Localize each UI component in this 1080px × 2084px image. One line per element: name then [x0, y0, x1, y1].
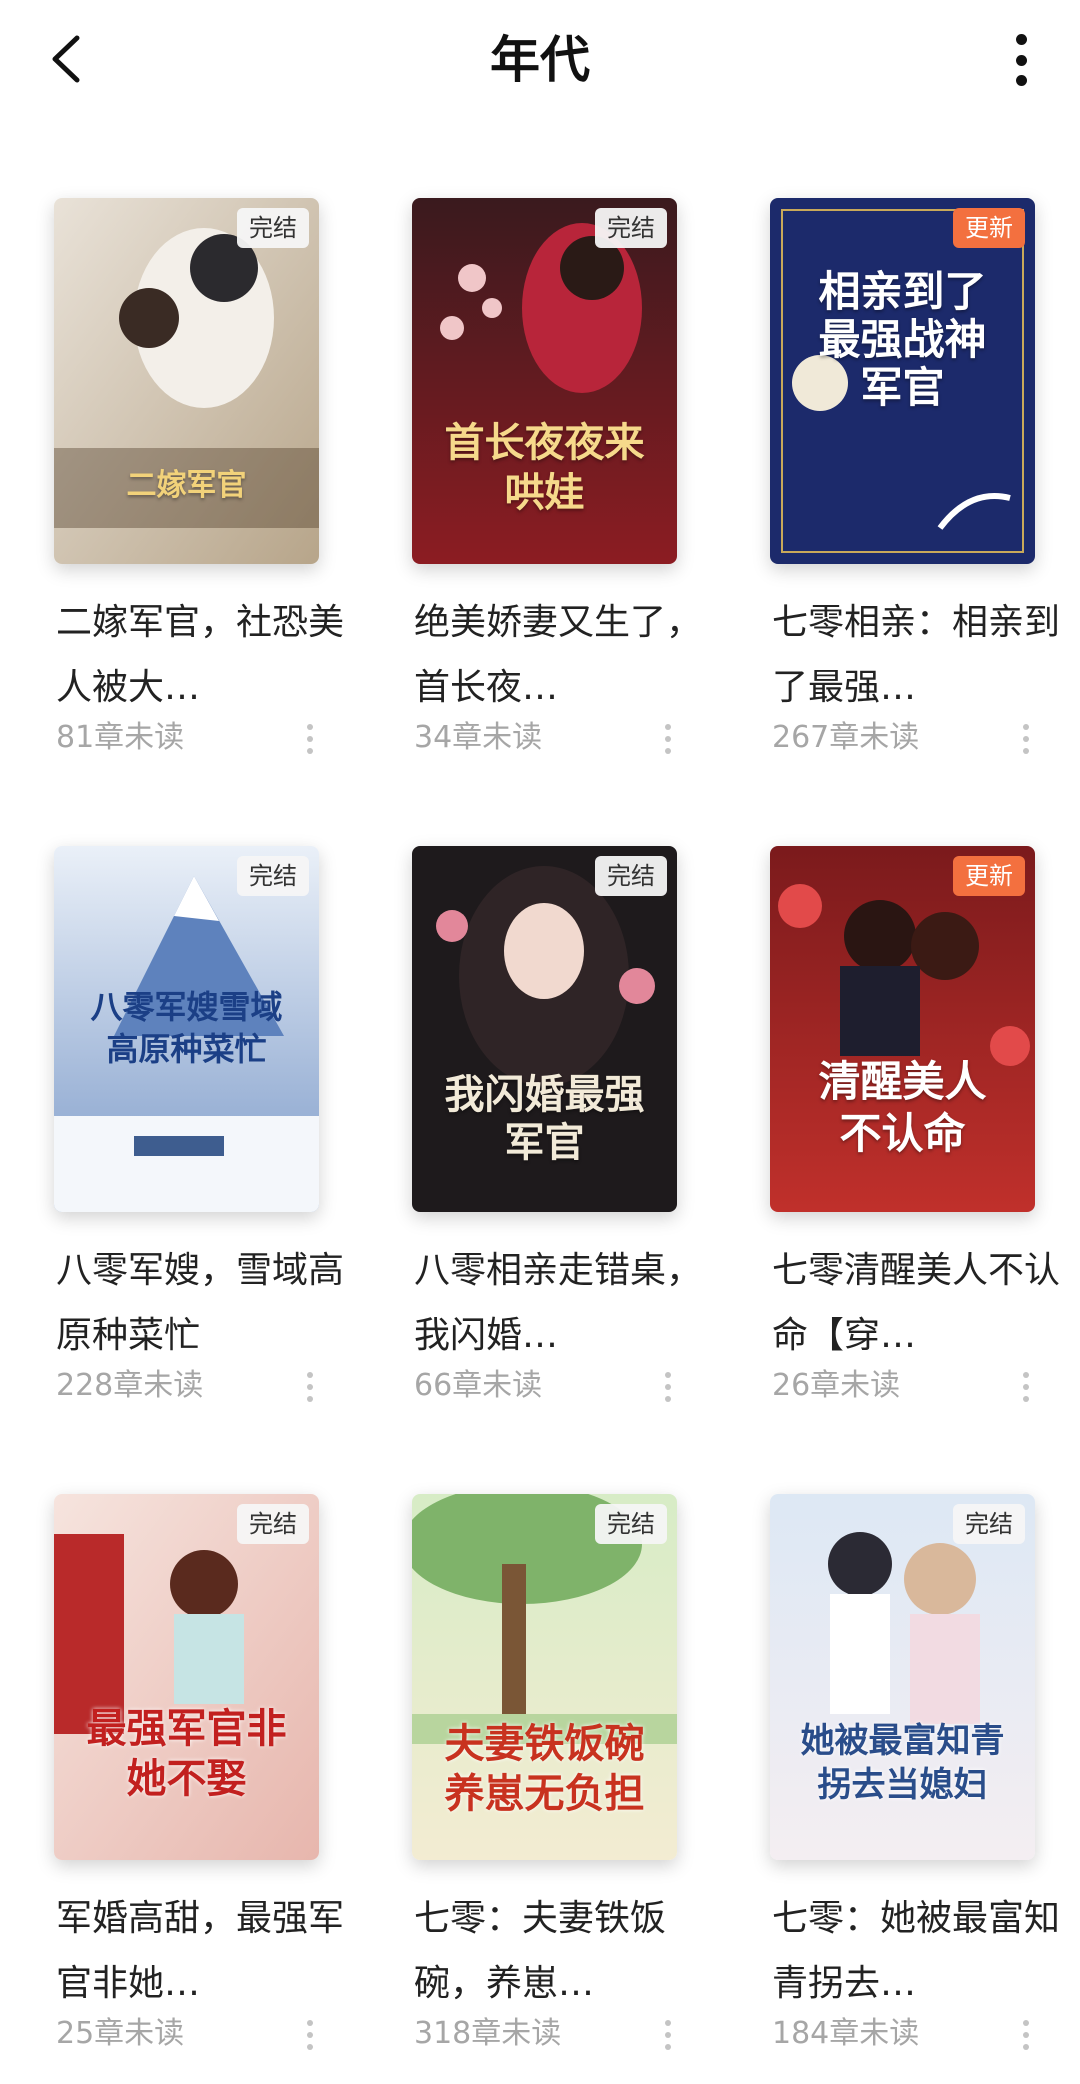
- top-bar: 年代: [0, 0, 1080, 120]
- book-cover[interactable]: 完结 二嫁军官: [54, 198, 319, 564]
- book-title[interactable]: 八零相亲走错桌，我闪婚…: [414, 1238, 704, 1368]
- card-more-button[interactable]: [1016, 1368, 1036, 1406]
- card-more-button[interactable]: [1016, 720, 1036, 758]
- status-badge: 完结: [595, 1504, 667, 1544]
- cover-title: 夫妻铁饭碗养崽无负担: [444, 1720, 645, 1817]
- cover-title: 二嫁军官: [126, 468, 247, 503]
- cover-art: [54, 1494, 319, 1860]
- unread-count: 184章未读: [772, 2016, 920, 2051]
- book-cover[interactable]: 完结 我闪婚最强军官: [412, 846, 677, 1212]
- unread-count: 81章未读: [56, 720, 185, 755]
- book-cover[interactable]: 完结 八零军嫂雪域高原种菜忙: [54, 846, 319, 1212]
- card-more-button[interactable]: [300, 2016, 320, 2054]
- card-more-button[interactable]: [1016, 2016, 1036, 2054]
- book-card[interactable]: 完结 她被最富知青拐去当媳妇 七零：她被最富知青拐去… 184章未读: [770, 1494, 1070, 2084]
- cover-title: 清醒美人不认命: [818, 1057, 987, 1158]
- cover-title: 首长夜夜来哄娃: [444, 419, 645, 516]
- book-card[interactable]: 完结 夫妻铁饭碗养崽无负担 七零：夫妻铁饭碗，养崽… 318章未读: [412, 1494, 712, 2084]
- book-title[interactable]: 七零清醒美人不认命【穿…: [772, 1238, 1062, 1368]
- book-title[interactable]: 七零相亲：相亲到了最强…: [772, 590, 1062, 720]
- book-card[interactable]: 更新 清醒美人不认命 七零清醒美人不认命【穿… 26章未读: [770, 846, 1070, 1436]
- book-cover[interactable]: 更新 相亲到了最强战神军官: [770, 198, 1035, 564]
- book-cover[interactable]: 完结 最强军官非她不娶: [54, 1494, 319, 1860]
- status-badge: 完结: [237, 208, 309, 248]
- card-more-button[interactable]: [658, 720, 678, 758]
- book-title[interactable]: 七零：她被最富知青拐去…: [772, 1886, 1062, 2016]
- book-title[interactable]: 七零：夫妻铁饭碗，养崽…: [414, 1886, 704, 2016]
- book-cover[interactable]: 更新 清醒美人不认命: [770, 846, 1035, 1212]
- unread-count: 66章未读: [414, 1368, 543, 1403]
- book-card[interactable]: 完结 八零军嫂雪域高原种菜忙 八零军嫂，雪域高原种菜忙 228章未读: [54, 846, 354, 1436]
- cover-title: 八零军嫂雪域高原种菜忙: [90, 988, 283, 1068]
- book-cover[interactable]: 完结 夫妻铁饭碗养崽无负担: [412, 1494, 677, 1860]
- unread-count: 34章未读: [414, 720, 543, 755]
- status-badge: 更新: [953, 856, 1025, 896]
- unread-count: 26章未读: [772, 1368, 901, 1403]
- card-more-button[interactable]: [658, 2016, 678, 2054]
- status-badge: 完结: [595, 856, 667, 896]
- book-title[interactable]: 军婚高甜，最强军官非她…: [56, 1886, 346, 2016]
- card-more-button[interactable]: [658, 1368, 678, 1406]
- book-card[interactable]: 完结 二嫁军官 二嫁军官，社恐美人被大… 81章未读: [54, 198, 354, 788]
- book-card[interactable]: 完结 最强军官非她不娶 军婚高甜，最强军官非她… 25章未读: [54, 1494, 354, 2084]
- book-card[interactable]: 完结 我闪婚最强军官 八零相亲走错桌，我闪婚… 66章未读: [412, 846, 712, 1436]
- more-vertical-icon: [1015, 34, 1027, 45]
- page-title: 年代: [490, 31, 590, 89]
- unread-count: 267章未读: [772, 720, 920, 755]
- status-badge: 完结: [595, 208, 667, 248]
- card-more-button[interactable]: [300, 720, 320, 758]
- cover-title: 我闪婚最强军官: [444, 1071, 645, 1166]
- cover-art: [54, 198, 319, 564]
- book-cover[interactable]: 完结 首长夜夜来哄娃: [412, 198, 677, 564]
- book-title[interactable]: 八零军嫂，雪域高原种菜忙: [56, 1238, 346, 1368]
- unread-count: 25章未读: [56, 2016, 185, 2051]
- status-badge: 更新: [953, 208, 1025, 248]
- more-options-button[interactable]: [1006, 28, 1036, 92]
- cover-title: 她被最富知青拐去当媳妇: [800, 1721, 1005, 1805]
- unread-count: 318章未读: [414, 2016, 562, 2051]
- book-title[interactable]: 绝美娇妻又生了，首长夜…: [414, 590, 704, 720]
- status-badge: 完结: [237, 856, 309, 896]
- book-title[interactable]: 二嫁军官，社恐美人被大…: [56, 590, 346, 720]
- book-card[interactable]: 完结 首长夜夜来哄娃 绝美娇妻又生了，首长夜… 34章未读: [412, 198, 712, 788]
- status-badge: 完结: [953, 1504, 1025, 1544]
- card-more-button[interactable]: [300, 1368, 320, 1406]
- book-cover[interactable]: 完结 她被最富知青拐去当媳妇: [770, 1494, 1035, 1860]
- cover-title: 相亲到了最强战神军官: [818, 267, 987, 412]
- cover-title: 最强军官非她不娶: [86, 1705, 287, 1802]
- book-card[interactable]: 更新 相亲到了最强战神军官 七零相亲：相亲到了最强… 267章未读: [770, 198, 1070, 788]
- status-badge: 完结: [237, 1504, 309, 1544]
- unread-count: 228章未读: [56, 1368, 204, 1403]
